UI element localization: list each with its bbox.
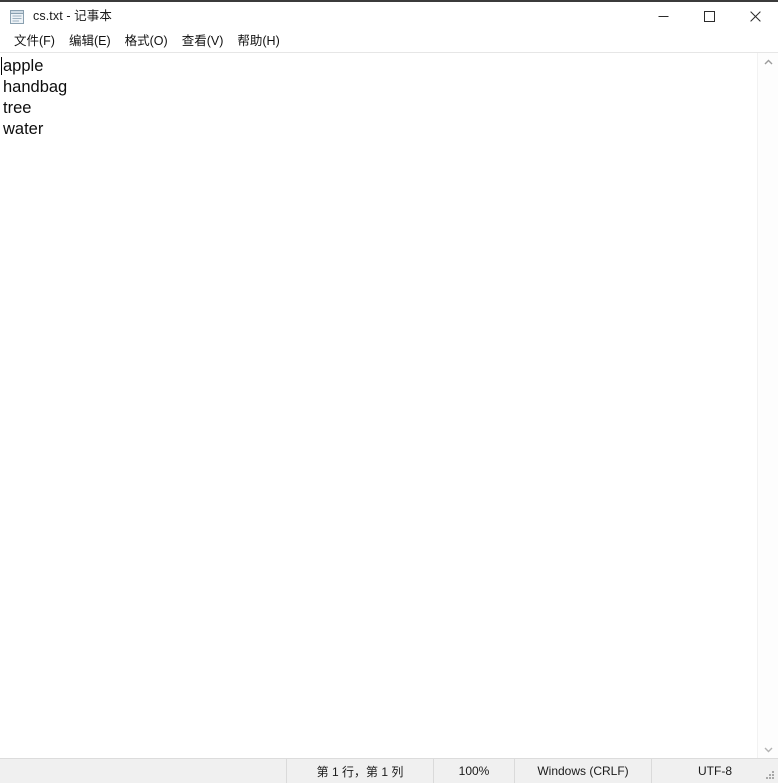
status-cursor-position: 第 1 行，第 1 列 <box>286 759 433 783</box>
scrollbar-track[interactable] <box>758 71 778 740</box>
title-bar-left: cs.txt - 记事本 <box>0 2 112 31</box>
status-bar-spacer <box>0 759 286 783</box>
text-line: tree <box>3 99 32 117</box>
status-line-ending[interactable]: Windows (CRLF) <box>514 759 651 783</box>
text-line: apple <box>3 57 44 75</box>
menu-file[interactable]: 文件(F) <box>7 33 62 51</box>
status-encoding[interactable]: UTF-8 <box>651 759 778 783</box>
menu-view[interactable]: 查看(V) <box>175 33 231 51</box>
text-caret <box>1 57 2 75</box>
chevron-down-icon[interactable] <box>758 740 778 758</box>
text-editor[interactable]: apple handbag tree water <box>0 53 757 758</box>
maximize-button[interactable] <box>686 2 732 31</box>
status-zoom-level[interactable]: 100% <box>433 759 514 783</box>
chevron-up-icon[interactable] <box>758 53 778 71</box>
editor-area: apple handbag tree water <box>0 52 778 758</box>
resize-grip-icon[interactable] <box>762 768 776 782</box>
window-title: cs.txt - 记事本 <box>33 9 112 24</box>
text-line: water <box>3 120 44 138</box>
notepad-window: cs.txt - 记事本 文件(F) 编辑(E) 格式(O) 查看(V) 帮助(… <box>0 0 778 783</box>
title-bar[interactable]: cs.txt - 记事本 <box>0 2 778 31</box>
menu-help[interactable]: 帮助(H) <box>230 33 286 51</box>
menu-bar: 文件(F) 编辑(E) 格式(O) 查看(V) 帮助(H) <box>0 31 778 52</box>
window-controls <box>640 2 778 31</box>
menu-format[interactable]: 格式(O) <box>118 33 175 51</box>
menu-edit[interactable]: 编辑(E) <box>62 33 118 51</box>
close-button[interactable] <box>732 2 778 31</box>
vertical-scrollbar[interactable] <box>757 53 778 758</box>
text-line: handbag <box>3 78 68 96</box>
notepad-icon <box>9 9 25 25</box>
status-bar: 第 1 行，第 1 列 100% Windows (CRLF) UTF-8 <box>0 758 778 783</box>
minimize-button[interactable] <box>640 2 686 31</box>
